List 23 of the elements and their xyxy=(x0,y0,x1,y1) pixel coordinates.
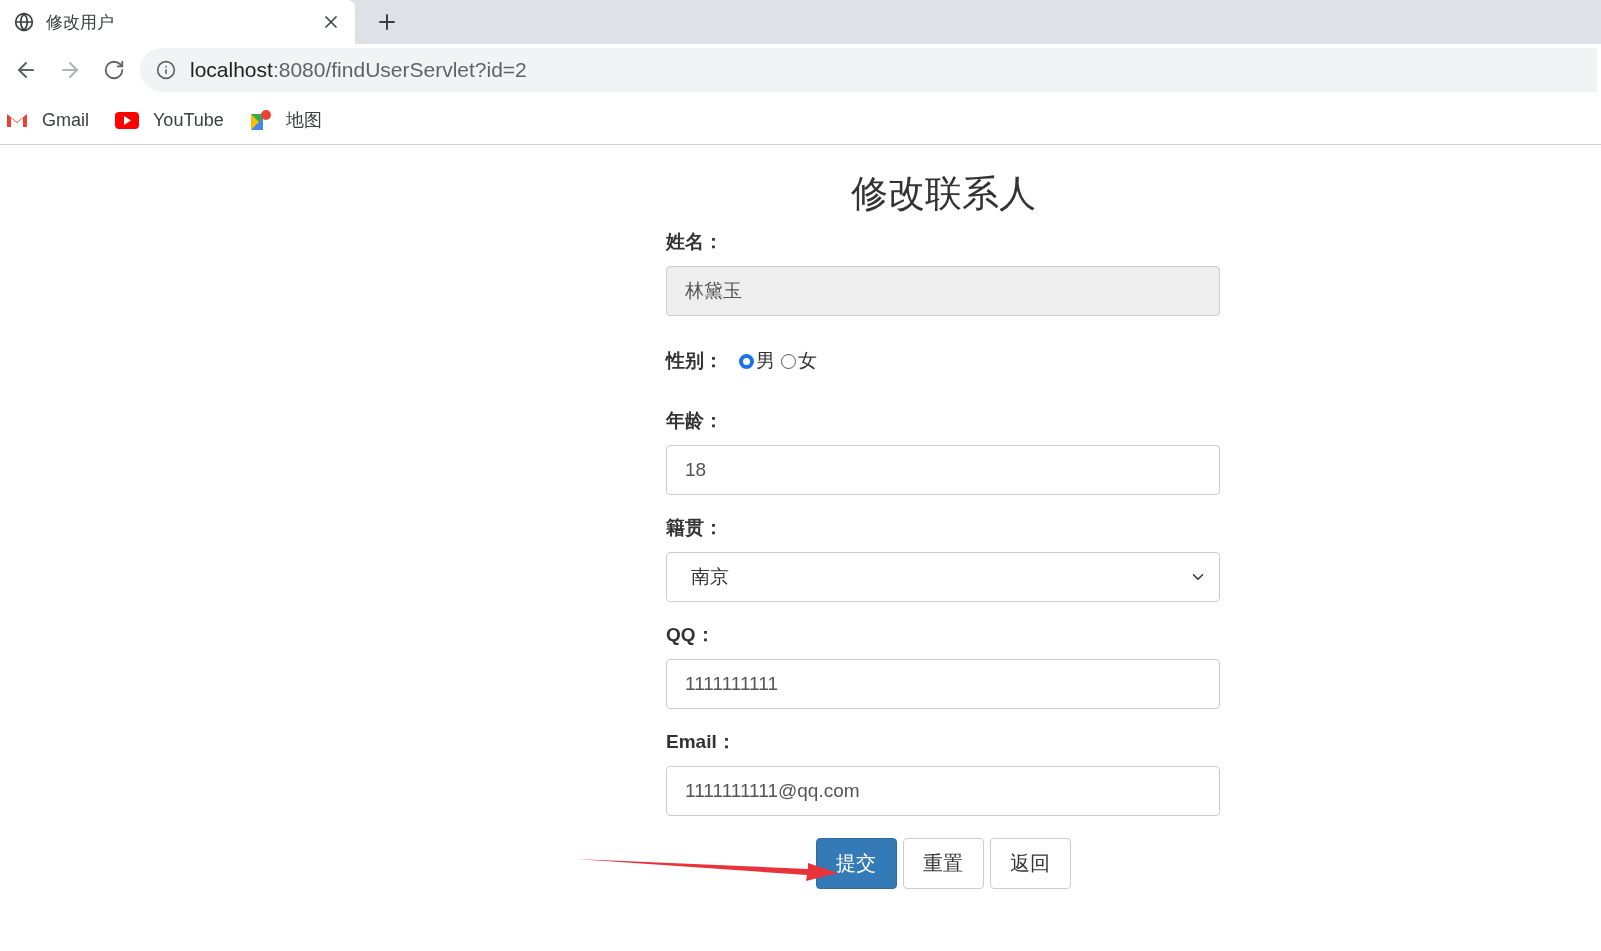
input-field[interactable]: 1111111111@qq.com xyxy=(666,766,1220,816)
form-button[interactable]: 返回 xyxy=(989,838,1071,889)
field-label: 籍贯： xyxy=(666,516,724,540)
field-label: 姓名： xyxy=(666,230,724,254)
page-title: 修改联系人 xyxy=(849,172,1037,216)
form-button[interactable]: 提交 xyxy=(815,838,897,889)
browser-tab[interactable]: 修改用户 xyxy=(0,0,355,44)
address-bar[interactable]: localhost:8080/findUserServlet?id=2 xyxy=(140,48,1597,92)
radio-label: 男 xyxy=(756,349,775,373)
select-field[interactable]: 南京 xyxy=(666,552,1220,602)
field-label: Email： xyxy=(666,730,737,754)
radio-label: 女 xyxy=(798,349,817,373)
form-button[interactable]: 重置 xyxy=(902,838,984,889)
bookmark[interactable]: Gmail xyxy=(6,109,89,131)
url-text: localhost:8080/findUserServlet?id=2 xyxy=(190,58,527,82)
bookmark[interactable]: 地图 xyxy=(249,108,322,132)
tab-title: 修改用户 xyxy=(46,11,115,34)
field-label: 性别： xyxy=(666,349,723,373)
bookmark[interactable]: YouTube xyxy=(115,109,224,131)
input-field[interactable]: 18 xyxy=(666,445,1220,495)
field-label: 年龄： xyxy=(666,409,724,433)
input-field[interactable]: 1111111111 xyxy=(666,659,1220,709)
field-label: QQ： xyxy=(666,623,716,647)
